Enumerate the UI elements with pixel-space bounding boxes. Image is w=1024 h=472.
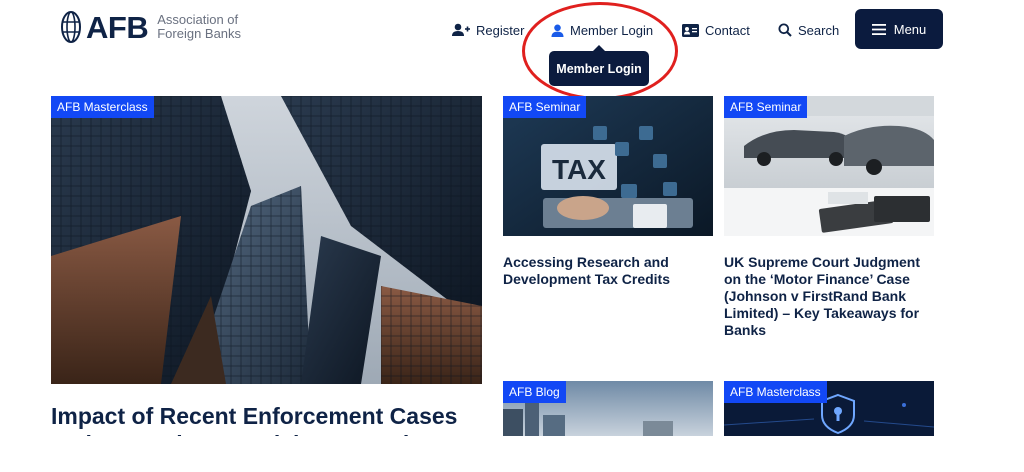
contact-card-icon bbox=[682, 23, 699, 37]
card-title[interactable]: UK Supreme Court Judgment on the ‘Motor … bbox=[724, 254, 934, 339]
card-title[interactable]: Accessing Research and Development Tax C… bbox=[503, 254, 713, 288]
search-icon bbox=[778, 23, 792, 37]
site-header: AFB Association of Foreign Banks Registe… bbox=[0, 0, 1024, 100]
add-user-icon bbox=[452, 23, 470, 36]
nav-search-label: Search bbox=[798, 22, 840, 38]
user-icon bbox=[551, 24, 564, 37]
skyscrapers-image bbox=[51, 96, 482, 384]
menu-button-label: Menu bbox=[893, 21, 927, 37]
hamburger-icon bbox=[871, 23, 886, 35]
featured-category-badge[interactable]: AFB Masterclass bbox=[51, 96, 154, 118]
featured-article-card[interactable]: AFB Masterclass Impact of Recent Enforce… bbox=[51, 96, 482, 436]
afb-logo[interactable]: AFB Association of Foreign Banks bbox=[60, 10, 241, 44]
article-card-motor-finance[interactable]: AFB Seminar UK Supreme Court Judgment on… bbox=[724, 96, 934, 346]
article-card-blog[interactable]: AFB Blog bbox=[503, 381, 713, 436]
menu-button[interactable]: Menu bbox=[855, 9, 943, 49]
dropdown-member-login-label: Member Login bbox=[556, 61, 642, 76]
nav-register[interactable]: Register bbox=[452, 20, 524, 40]
logo-line-1: Association of bbox=[157, 12, 239, 27]
featured-article-title[interactable]: Impact of Recent Enforcement Cases and S… bbox=[51, 402, 482, 436]
card-category-badge[interactable]: AFB Blog bbox=[503, 381, 566, 403]
nav-member-login-label: Member Login bbox=[570, 22, 654, 38]
viewport-bottom-edge bbox=[0, 436, 1024, 472]
article-card-masterclass[interactable]: AFB Masterclass bbox=[724, 381, 934, 436]
globe-logo-icon bbox=[61, 11, 81, 43]
card-category-badge[interactable]: AFB Seminar bbox=[503, 96, 587, 118]
member-login-dropdown-button[interactable]: Member Login bbox=[549, 45, 649, 86]
nav-member-login[interactable]: Member Login bbox=[551, 20, 653, 40]
logo-mark: AFB bbox=[86, 9, 149, 45]
article-card-tax-credits[interactable]: TAX AFB Seminar Accessing Research and D… bbox=[503, 96, 713, 346]
nav-contact-label: Contact bbox=[705, 22, 750, 38]
tax-image-text: TAX bbox=[552, 154, 606, 185]
logo-text: Association of Foreign Banks bbox=[157, 13, 241, 41]
logo-line-2: Foreign Banks bbox=[157, 26, 242, 41]
card-category-badge[interactable]: AFB Masterclass bbox=[724, 381, 827, 403]
nav-search[interactable]: Search bbox=[778, 20, 839, 40]
card-category-badge[interactable]: AFB Seminar bbox=[724, 96, 808, 118]
nav-register-label: Register bbox=[476, 22, 525, 38]
nav-contact[interactable]: Contact bbox=[682, 20, 750, 40]
